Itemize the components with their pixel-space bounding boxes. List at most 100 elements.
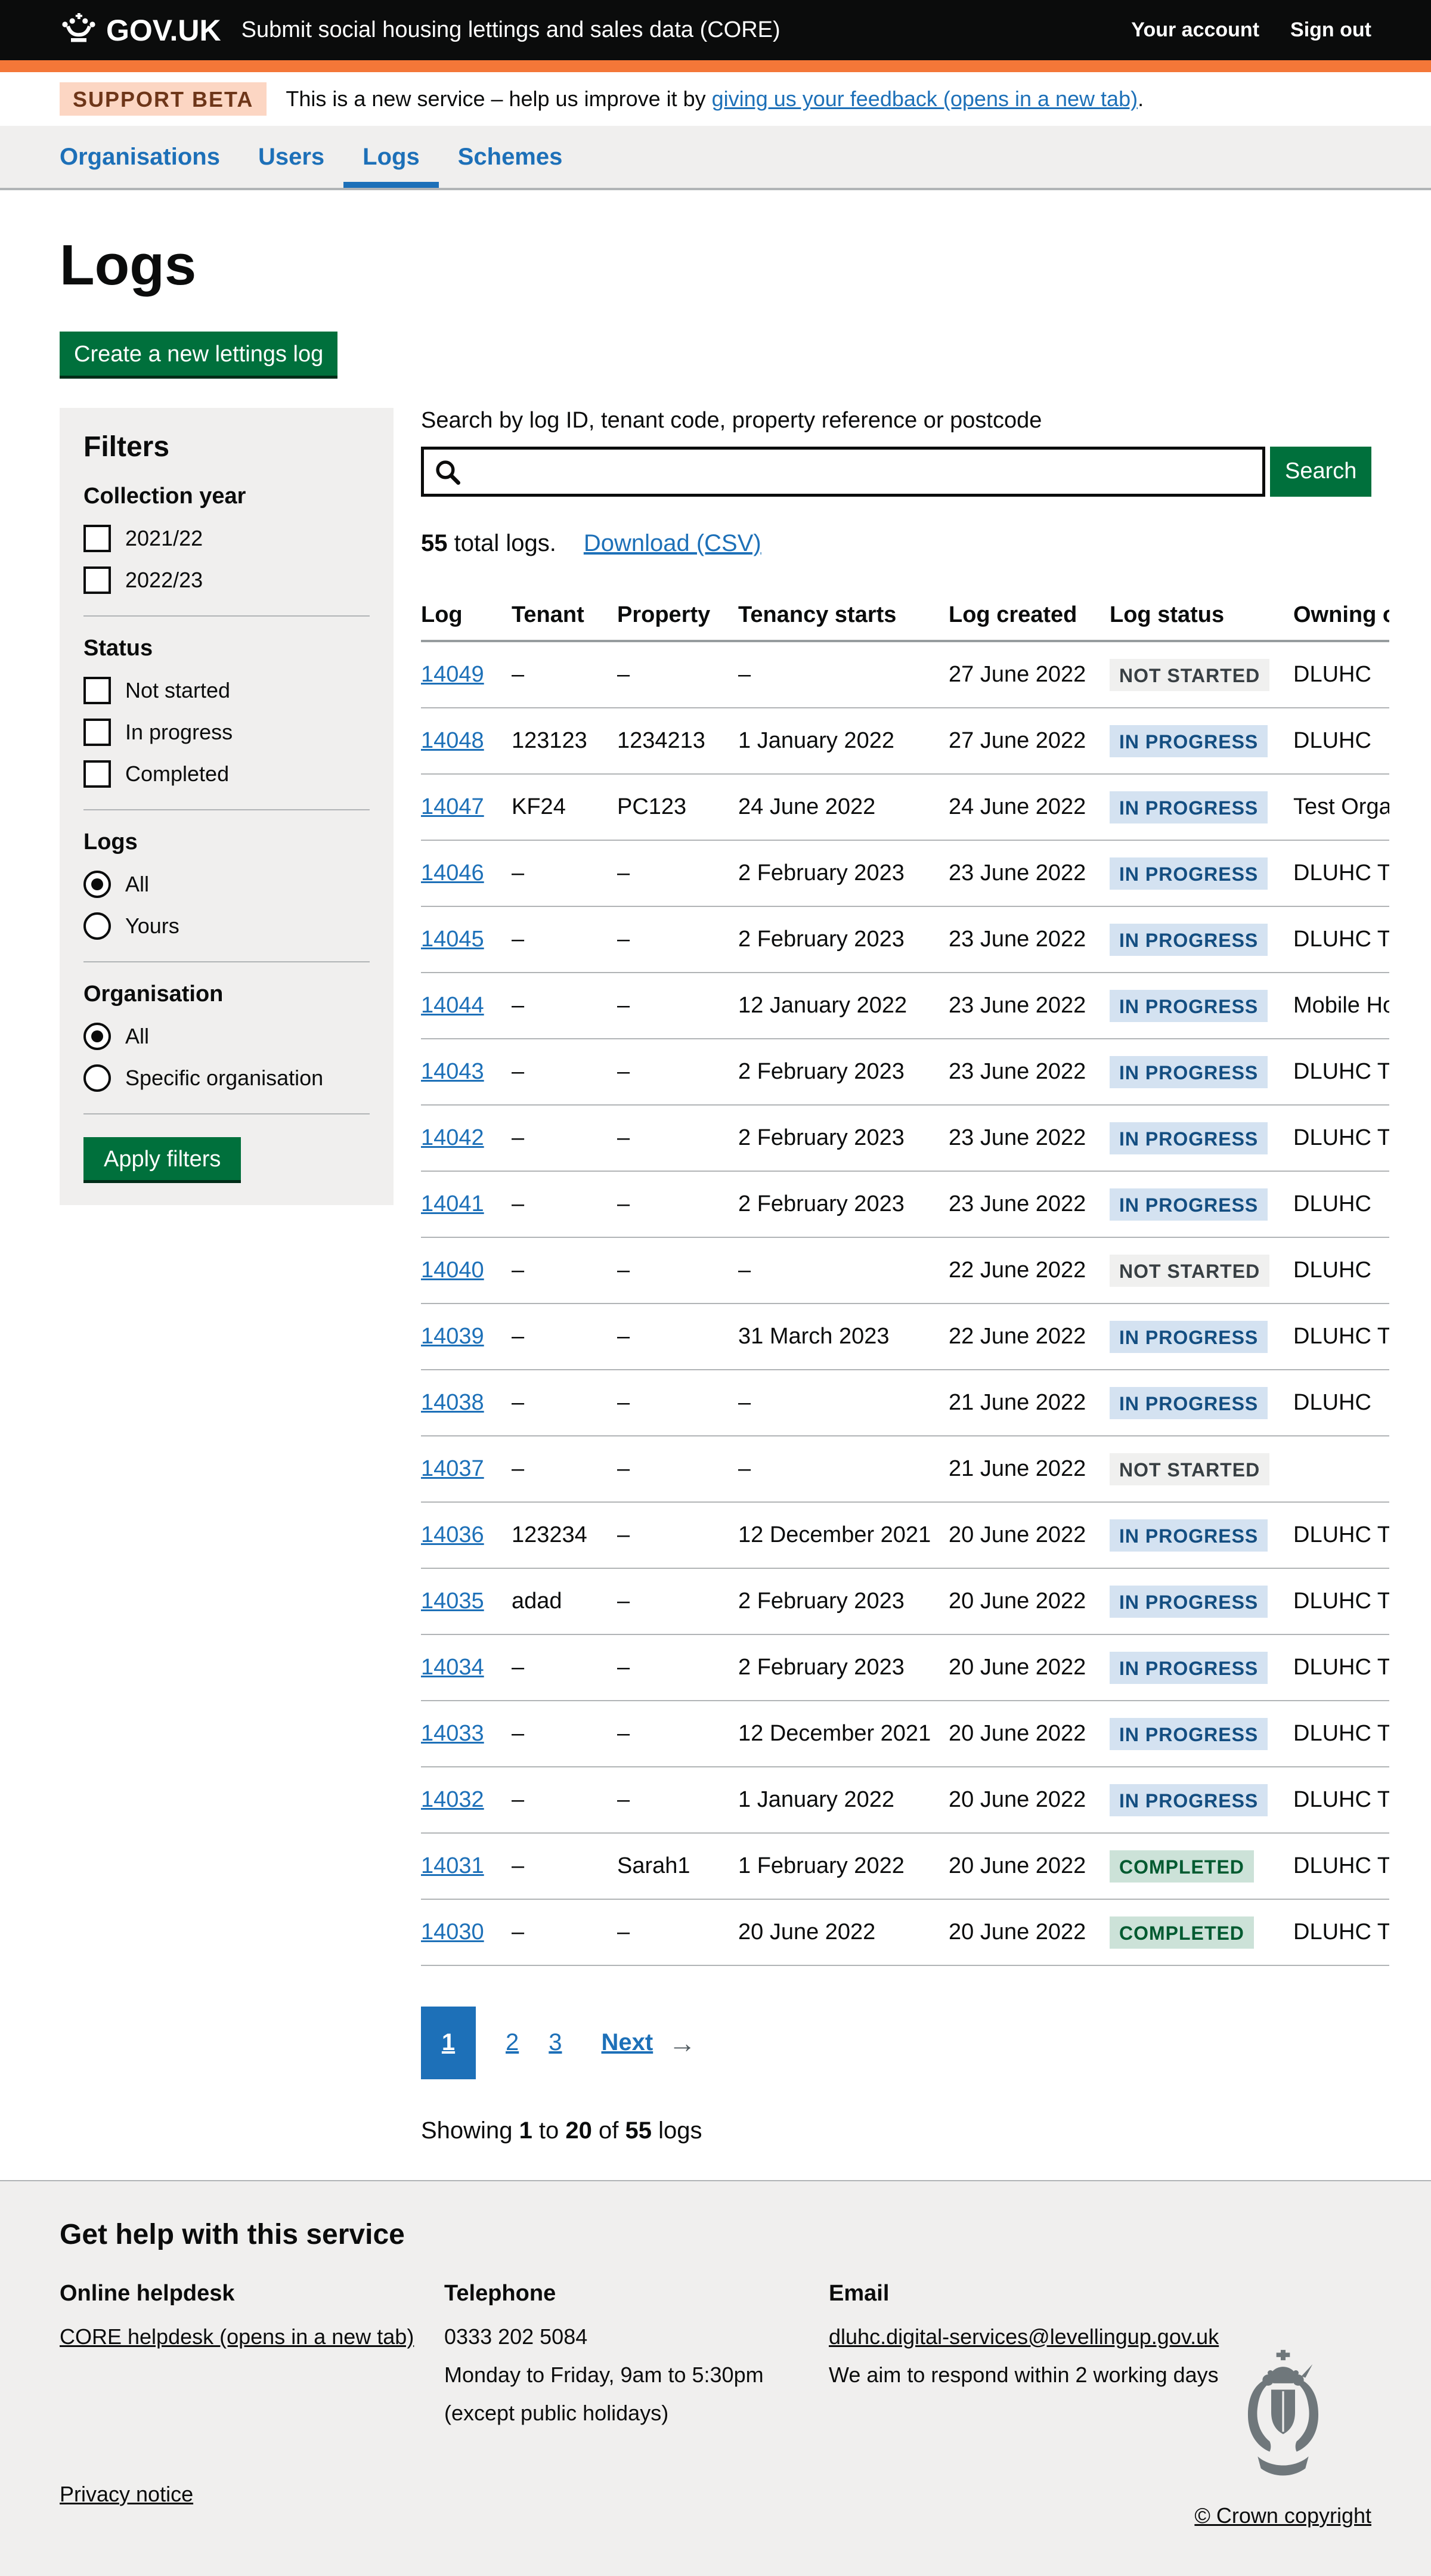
log-link-14045[interactable]: 14045 [421,927,484,952]
log-link-14038[interactable]: 14038 [421,1390,484,1415]
filter-option-label[interactable]: In progress [125,720,233,745]
checkbox-status-completed[interactable] [83,760,111,788]
log-link-14037[interactable]: 14037 [421,1456,484,1481]
filter-option-label[interactable]: All [125,1024,149,1049]
nav-tab-schemes[interactable]: Schemes [439,126,582,188]
cell-log-created: 20 June 2022 [949,1502,1110,1568]
log-link-14049[interactable]: 14049 [421,662,484,687]
log-link-14044[interactable]: 14044 [421,993,484,1018]
pagination-page-2[interactable]: 2 [506,2029,519,2056]
log-link-14046[interactable]: 14046 [421,860,484,886]
filter-option-label[interactable]: 2022/23 [125,568,203,593]
log-link-14031[interactable]: 14031 [421,1853,484,1878]
nav-tab-users[interactable]: Users [239,126,343,188]
footer-link-online-helpdesk[interactable]: CORE helpdesk (opens in a new tab) [60,2324,414,2349]
radio-logs-all[interactable] [83,871,111,898]
table-row: 1404812312312342131 January 202227 June … [421,708,1389,774]
cell-log: 14046 [421,840,512,906]
filter-option-label[interactable]: 2021/22 [125,526,203,551]
pagination-next-link[interactable]: Next [602,2029,653,2056]
cell-tenant: – [512,1237,617,1304]
filter-option-label[interactable]: Specific organisation [125,1066,323,1091]
checkbox-collection-year-2021-22[interactable] [83,525,111,552]
log-link-14035[interactable]: 14035 [421,1589,484,1614]
log-link-14030[interactable]: 14030 [421,1919,484,1945]
crown-copyright-link[interactable]: © Crown copyright [1194,2503,1371,2528]
cell-property: – [617,1105,738,1171]
cell-log-status: IN PROGRESS [1110,840,1293,906]
log-link-14048[interactable]: 14048 [421,728,484,753]
filter-option-all: All [83,1023,370,1050]
log-link-14036[interactable]: 14036 [421,1522,484,1547]
cell-property: – [617,1237,738,1304]
table-row: 14041––2 February 202323 June 2022IN PRO… [421,1171,1389,1237]
govuk-logo-text: GOV.UK [106,13,221,48]
checkbox-status-not-started[interactable] [83,677,111,704]
status-badge: IN PROGRESS [1110,725,1268,757]
privacy-notice-link[interactable]: Privacy notice [60,2482,193,2506]
cell-tenancy-starts: 2 February 2023 [738,1568,949,1634]
log-link-14032[interactable]: 14032 [421,1787,484,1812]
radio-organisation-specific-organisation[interactable] [83,1064,111,1092]
radio-organisation-all[interactable] [83,1023,111,1050]
cell-log-created: 20 June 2022 [949,1568,1110,1634]
showing-suffix: logs [652,2117,702,2144]
cell-property: – [617,1039,738,1105]
log-link-14041[interactable]: 14041 [421,1191,484,1216]
footer-line: (except public holidays) [444,2401,829,2426]
filter-option-label[interactable]: Completed [125,761,229,787]
cell-tenant: adad [512,1568,617,1634]
footer-column-email: Emaildluhc.digital-services@levellingup.… [829,2281,1219,2439]
log-link-14040[interactable]: 14040 [421,1258,484,1283]
search-input[interactable] [421,447,1265,497]
footer-link-email[interactable]: dluhc.digital-services@levellingup.gov.u… [829,2324,1219,2349]
filter-option-label[interactable]: All [125,872,149,897]
footer-column-heading-telephone: Telephone [444,2281,829,2306]
cell-log-created: 20 June 2022 [949,1833,1110,1899]
cell-owning-organisation: DLUHC [1293,641,1389,708]
cell-log-status: IN PROGRESS [1110,906,1293,973]
log-link-14042[interactable]: 14042 [421,1125,484,1150]
status-badge: NOT STARTED [1110,1453,1269,1485]
status-badge: IN PROGRESS [1110,1321,1268,1353]
pagination-page-1-current[interactable]: 1 [421,2007,476,2079]
cell-log: 14047 [421,774,512,840]
cell-tenant: – [512,1370,617,1436]
log-link-14047[interactable]: 14047 [421,794,484,819]
search-button[interactable]: Search [1270,447,1371,497]
feedback-link[interactable]: giving us your feedback (opens in a new … [712,86,1138,111]
log-link-14039[interactable]: 14039 [421,1324,484,1349]
total-logs-count: 55 [421,530,448,556]
support-beta-tag: SUPPORT BETA [60,82,267,116]
filter-option-label[interactable]: Yours [125,914,179,939]
cell-log: 14032 [421,1767,512,1833]
status-badge: IN PROGRESS [1110,1056,1268,1088]
cell-log-created: 20 June 2022 [949,1899,1110,1965]
cell-tenant: 123234 [512,1502,617,1568]
apply-filters-button[interactable]: Apply filters [83,1137,241,1180]
filter-option-label[interactable]: Not started [125,678,230,703]
status-badge: COMPLETED [1110,1916,1254,1949]
cell-tenancy-starts: 2 February 2023 [738,840,949,906]
nav-tab-logs[interactable]: Logs [343,126,439,188]
service-name-link[interactable]: Submit social housing lettings and sales… [241,17,780,43]
cell-log-status: IN PROGRESS [1110,1568,1293,1634]
create-lettings-log-button[interactable]: Create a new lettings log [60,332,337,376]
govuk-logo-link[interactable]: GOV.UK [60,13,221,48]
results-line: 55 total logs.Download (CSV) [421,530,1371,557]
logs-table-body: 14049–––27 June 2022NOT STARTEDDLUHC1404… [421,641,1389,1965]
nav-tab-organisations[interactable]: Organisations [41,126,239,188]
logs-table-header-row: LogTenantPropertyTenancy startsLog creat… [421,581,1389,641]
log-link-14033[interactable]: 14033 [421,1721,484,1746]
download-csv-link[interactable]: Download (CSV) [584,530,761,556]
pagination-page-3[interactable]: 3 [549,2029,562,2056]
radio-logs-yours[interactable] [83,912,111,940]
checkbox-collection-year-2022-23[interactable] [83,566,111,594]
checkbox-status-in-progress[interactable] [83,719,111,746]
your-account-link[interactable]: Your account [1131,18,1259,42]
cell-tenancy-starts: 12 December 2021 [738,1701,949,1767]
log-link-14043[interactable]: 14043 [421,1059,484,1084]
log-link-14034[interactable]: 14034 [421,1655,484,1680]
cell-log-status: COMPLETED [1110,1899,1293,1965]
sign-out-link[interactable]: Sign out [1290,18,1371,42]
